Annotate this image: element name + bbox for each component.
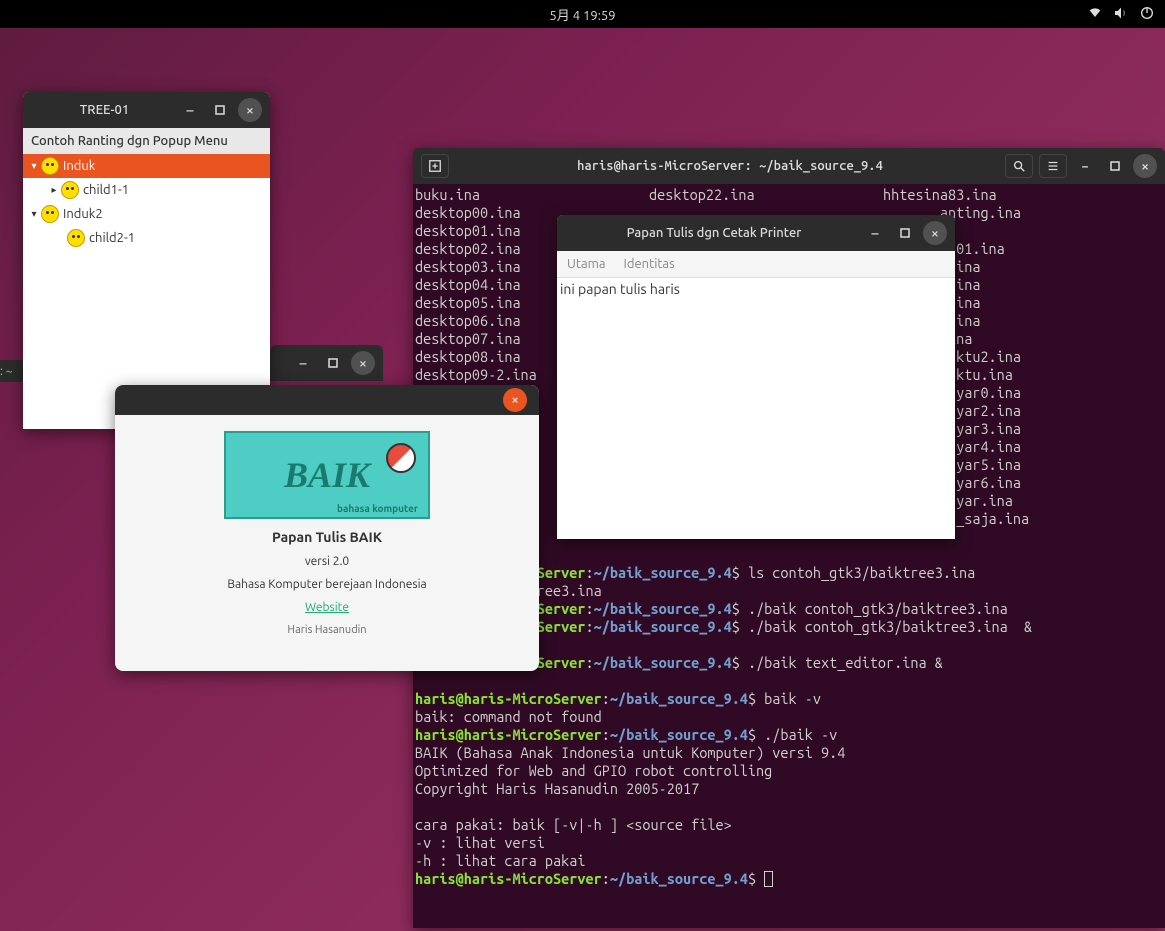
search-button[interactable] (1005, 154, 1033, 178)
papan-title: Papan Tulis dgn Cetak Printer (565, 226, 863, 240)
menu-button[interactable] (1039, 154, 1067, 178)
tree-node-label: child1-1 (83, 183, 129, 197)
tree-node-label: Induk (63, 159, 95, 173)
close-button[interactable]: × (238, 98, 262, 122)
close-button[interactable]: × (351, 351, 375, 375)
minimize-button[interactable]: – (863, 221, 887, 245)
flag-circle-icon (386, 443, 416, 473)
tree-node-induk[interactable]: ▾ Induk (23, 154, 270, 178)
expand-arrow-icon[interactable]: ▾ (27, 208, 41, 220)
tree-column-header: Contoh Ranting dgn Popup Menu (23, 128, 270, 154)
power-icon[interactable] (1139, 5, 1155, 24)
minimize-button[interactable]: – (1073, 154, 1097, 178)
about-author: Haris Hasanudin (287, 624, 366, 636)
about-title: Papan Tulis BAIK (272, 529, 382, 545)
smiley-icon (41, 157, 59, 175)
website-link[interactable]: Website (305, 601, 349, 614)
volume-icon[interactable] (1113, 5, 1129, 24)
about-version: versi 2.0 (305, 555, 349, 568)
about-description: Bahasa Komputer berejaan Indonesia (227, 578, 426, 591)
tree-node-child2-1[interactable]: child2-1 (23, 226, 270, 250)
tree-titlebar[interactable]: TREE-01 – × (23, 92, 270, 128)
menu-utama[interactable]: Utama (567, 257, 606, 271)
maximize-button[interactable] (321, 351, 345, 375)
expand-arrow-icon[interactable]: ▸ (47, 184, 61, 196)
tree-node-induk2[interactable]: ▾ Induk2 (23, 202, 270, 226)
papan-titlebar[interactable]: Papan Tulis dgn Cetak Printer – × (557, 215, 955, 251)
expand-arrow-icon[interactable]: ▾ (27, 160, 41, 172)
minimize-button[interactable]: – (178, 98, 202, 122)
wifi-icon[interactable] (1087, 5, 1103, 24)
background-window-fragment: – × (270, 345, 383, 381)
papan-tulis-window: Papan Tulis dgn Cetak Printer – × Utama … (557, 215, 955, 539)
smiley-icon (41, 205, 59, 223)
tree-window: TREE-01 – × Contoh Ranting dgn Popup Men… (23, 92, 270, 429)
maximize-button[interactable] (208, 98, 232, 122)
close-button[interactable]: × (923, 221, 947, 245)
tree-node-label: child2-1 (89, 231, 135, 245)
terminal-title: haris@haris-MicroServer: ~/baik_source_9… (455, 157, 1005, 175)
new-tab-button[interactable] (421, 154, 449, 178)
terminal-titlebar[interactable]: haris@haris-MicroServer: ~/baik_source_9… (413, 148, 1165, 184)
text-editor-content[interactable]: ini papan tulis haris (557, 278, 955, 300)
about-dialog: × BAIK bahasa komputer Papan Tulis BAIK … (115, 385, 539, 671)
maximize-button[interactable] (1103, 154, 1127, 178)
terminal-cursor (764, 871, 773, 887)
menu-bar: Utama Identitas (557, 251, 955, 278)
smiley-icon (67, 229, 85, 247)
tree-node-child1-1[interactable]: ▸ child1-1 (23, 178, 270, 202)
baik-logo: BAIK bahasa komputer (224, 431, 430, 519)
tree-title: TREE-01 (31, 103, 178, 117)
menu-identitas[interactable]: Identitas (624, 257, 675, 271)
tree-node-label: Induk2 (63, 207, 103, 221)
smiley-icon (61, 181, 79, 199)
clock-label: 5月 4 19:59 (549, 5, 615, 24)
close-button[interactable]: × (503, 388, 527, 412)
system-top-bar: 5月 4 19:59 (0, 0, 1165, 28)
system-tray (1087, 5, 1155, 24)
close-button[interactable]: × (1133, 154, 1157, 178)
about-titlebar[interactable]: × (115, 385, 539, 415)
partial-terminal-tile: : ~ (0, 360, 24, 382)
tree-body[interactable]: ▾ Induk ▸ child1-1 ▾ Induk2 child2-1 (23, 154, 270, 250)
minimize-button[interactable]: – (291, 351, 315, 375)
maximize-button[interactable] (893, 221, 917, 245)
